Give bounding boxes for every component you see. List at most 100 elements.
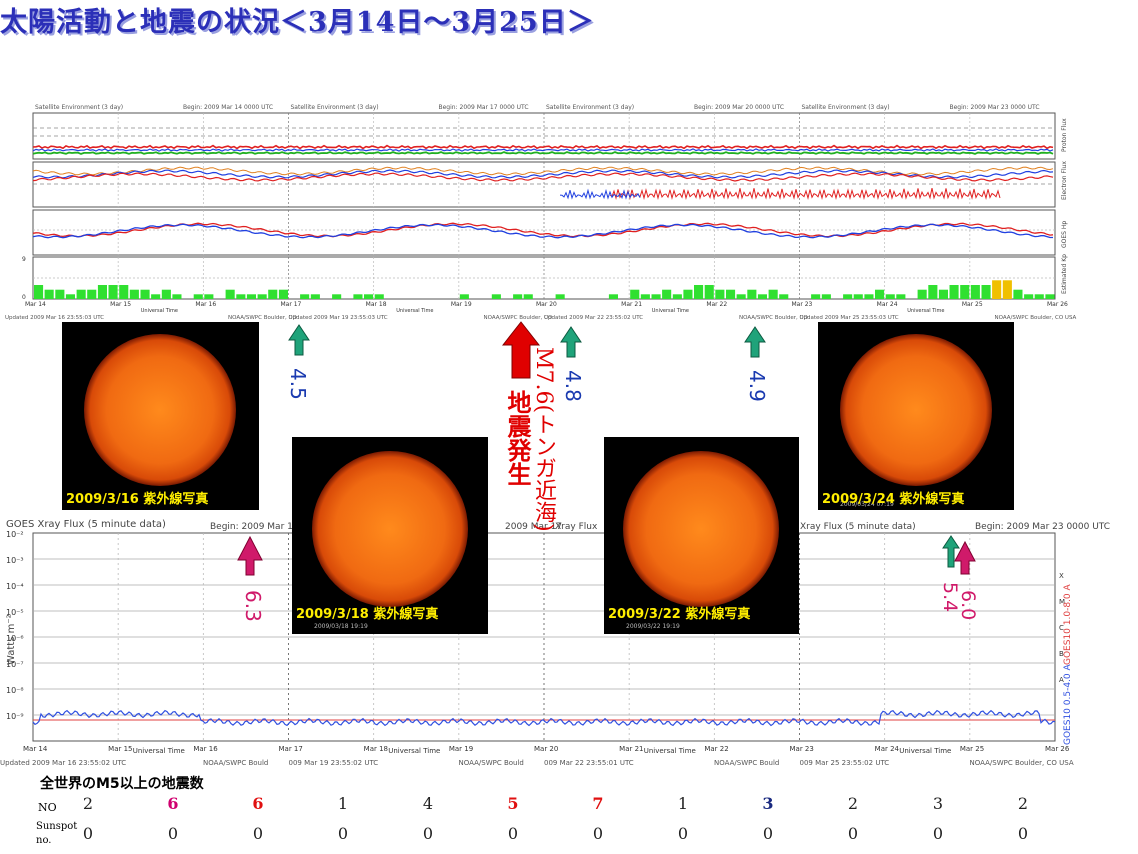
xray-x-tick: Mar 25 (960, 745, 984, 753)
sun-caption-0322: 2009/3/22 紫外線写真 (608, 607, 751, 622)
xray-x-tick: Mar 18 (364, 745, 388, 753)
kp-bar (757, 294, 767, 299)
sun-caption-0318: 2009/3/18 紫外線写真 (296, 607, 439, 622)
kp-bar (811, 294, 821, 299)
xray-x-tick: Mar 17 (279, 745, 303, 753)
xray-footer-label: Updated 2009 Mar 16 23:55:02 UTC (0, 759, 126, 767)
quake-count-cell: 1 (337, 794, 349, 813)
top-tick-label: Mar 15 (110, 301, 131, 308)
xray-legend-short: GOES10 0.5-4.0 A (1063, 663, 1073, 745)
xray-y-tick: 10⁻⁸ (6, 686, 24, 695)
xray-axis-title: Universal Time (644, 747, 696, 755)
kp-bar (257, 294, 267, 299)
top-footer-label: Updated 2009 Mar 22 23:55:02 UTC (544, 315, 643, 321)
sunspot-cell: 0 (592, 824, 604, 843)
top-axis-title: Universal Time (652, 308, 689, 314)
kp-bar (960, 285, 970, 299)
top-right-label: GOES Hp (1061, 221, 1068, 248)
quake-count-cell: 6 (252, 794, 264, 813)
kp-bar (332, 294, 342, 299)
xray-begin-label: Xray Flux (5 minute data) (800, 522, 916, 532)
xray-axis-title: Universal Time (133, 747, 185, 755)
xray-x-tick: Mar 19 (449, 745, 473, 753)
kp-bar (651, 294, 661, 299)
series-line (32, 169, 1054, 179)
kp-bar (140, 289, 150, 299)
xray-axis-title: Universal Time (388, 747, 440, 755)
quake-count-cell: 1 (677, 794, 689, 813)
satellite-environment-chart: Satellite Environment (3 day) Begin: 2009… (5, 104, 1077, 321)
electron-noise-blue (559, 188, 641, 200)
kp-bar (459, 294, 469, 299)
xray-footer-label: NOAA/SWPC Bould (203, 759, 268, 767)
kp-bar (864, 294, 874, 299)
quake-count-cell: 2 (1017, 794, 1029, 813)
kp-bar (491, 294, 501, 299)
kp-bar (268, 289, 278, 299)
sun-caption-0316: 2009/3/16 紫外線写真 (66, 492, 209, 507)
kp-bar (172, 294, 182, 299)
kp-bar (555, 294, 565, 299)
kp-bar (917, 289, 927, 299)
magnitude-45: 4.5 (286, 368, 310, 400)
top-right-label: Proton Flux (1061, 118, 1068, 152)
kp-bar (736, 294, 746, 299)
xray-begin-label: Xray Flux (555, 522, 598, 532)
kp-bar (938, 289, 948, 299)
top-tick-label: Mar 19 (451, 301, 472, 308)
sunspot-cell: 0 (167, 824, 179, 843)
top-right-label: Estimated Kp (1061, 254, 1068, 294)
kp-bar (1013, 289, 1023, 299)
top-header-label: Begin: 2009 Mar 14 0000 UTC (183, 104, 273, 111)
xray-begin-label: Begin: 2009 Mar 14 (210, 522, 299, 532)
tonga-label: M7.6(トンガ近海) (531, 347, 556, 532)
kp-bar (65, 294, 75, 299)
xray-legend-long: GOES10 1.0-8.0 A (1063, 583, 1073, 665)
xray-x-tick: Mar 26 (1045, 745, 1070, 753)
xray-x-tick: Mar 20 (534, 745, 558, 753)
kp-bar (236, 294, 246, 299)
kp-bar (885, 294, 895, 299)
kp-bar (853, 294, 863, 299)
top-footer: Updated 2009 Mar 16 23:55:03 UTC NOAA/SWP… (5, 315, 1077, 321)
top-ticks: Mar 14 Mar 15 Mar 16 Mar 17 Mar 18 Mar 19 Mar … (22, 256, 1068, 314)
series-line (32, 223, 1053, 239)
xray-footer-label: NOAA/SWPC Bould (714, 759, 779, 767)
xray-y-tick: 10⁻⁹ (6, 712, 24, 721)
kp-bar (161, 289, 171, 299)
series-line (32, 151, 1054, 155)
xray-footer: Updated 2009 Mar 16 23:55:02 UTC NOAA/SWP… (0, 759, 1074, 767)
kp-bar (640, 294, 650, 299)
kp-bar (704, 285, 714, 299)
kp-bar (119, 285, 129, 299)
top-header-label: Satellite Environment (3 day) (291, 104, 379, 111)
kp-bar (992, 280, 1002, 299)
kp-bar (683, 289, 693, 299)
sun-caption-0324: 2009/3/24 紫外線写真 (822, 492, 965, 507)
xray-footer-label: NOAA/SWPC Bould (459, 759, 524, 767)
quake-count-cell: 2 (847, 794, 859, 813)
sun-image-0318: 2009/03/18 19:19 2009/3/18 紫外線写真 (292, 437, 488, 634)
sunspot-cell: 0 (507, 824, 519, 843)
kp-bar (981, 285, 991, 299)
kp-bar (246, 294, 256, 299)
quake-count-cell: 6 (167, 794, 179, 813)
kp-bar (44, 289, 54, 299)
kp-bar (694, 285, 704, 299)
xray-y-unit: Watts m⁻² (6, 614, 17, 665)
top-tick-label: Mar 23 (792, 301, 813, 308)
kp-bar (843, 294, 853, 299)
top-tick-label: Mar 14 (25, 301, 46, 308)
top-footer-label: Updated 2009 Mar 19 23:55:03 UTC (289, 315, 388, 321)
kp-bar (630, 289, 640, 299)
sunspot-cell: 0 (252, 824, 264, 843)
top-header-label: Begin: 2009 Mar 17 0000 UTC (439, 104, 529, 111)
top-footer-label: NOAA/SWPC Boulder, CO (484, 315, 553, 321)
kp-bar (374, 294, 384, 299)
kp-bar (970, 285, 980, 299)
top-footer-label: NOAA/SWPC Boulder, CO USA (995, 315, 1077, 321)
series-line (32, 144, 1054, 150)
kp-bar (151, 294, 161, 299)
xray-footer-label: NOAA/SWPC Boulder, CO USA (970, 759, 1074, 767)
kp-bar (1002, 280, 1012, 299)
